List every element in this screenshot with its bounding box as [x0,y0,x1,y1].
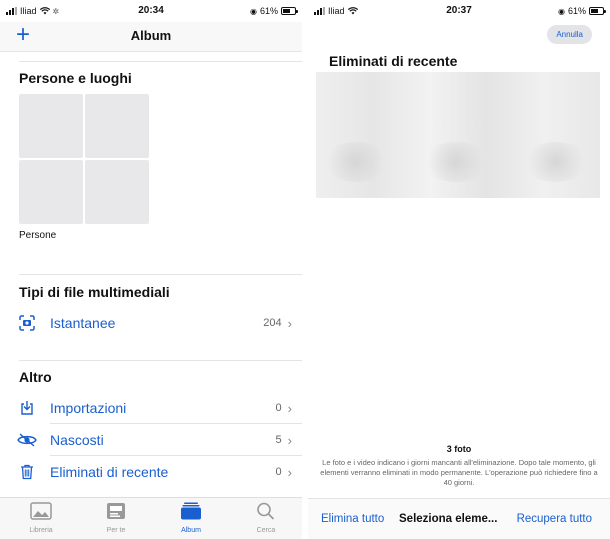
chevron-right-icon: › [287,400,292,416]
face-tile [85,94,149,158]
album-row-imports[interactable]: Importazioni 0 › [16,393,292,423]
album-row-count: 5 [275,434,282,446]
blurred-photo[interactable] [321,142,391,182]
album-row-recently-deleted[interactable]: Eliminati di recente 0 › [16,457,292,487]
location-icon: ◉ [250,6,257,16]
battery-percent: 61% [259,6,278,16]
divider [19,360,302,361]
chevron-right-icon: › [287,315,292,331]
import-icon [16,397,38,419]
status-bar: Iliad ✲ 20:34 ◉ 61% [0,0,302,22]
recover-all-button[interactable]: Recupera tutto [517,513,592,525]
page-title: Eliminati di recente [329,53,458,69]
page-title: Album [130,28,172,43]
people-album-label: Persone [19,230,57,241]
deletion-info-text: Le foto e i video indicano i giorni manc… [320,458,598,487]
tab-bar: Libreria Per te Album Cerca [0,497,302,539]
panel-separator [302,0,308,539]
select-elements-label: Seleziona eleme... [399,513,498,525]
cancel-button[interactable]: Annulla [547,25,592,44]
tab-albums[interactable]: Album [161,502,221,534]
action-bar: Elimina tutto Seleziona eleme... Recuper… [308,498,610,539]
album-row-label: Nascosti [50,432,104,448]
album-row-count: 0 [275,466,282,478]
battery-icon [281,7,298,15]
album-row-label: Istantanee [50,315,116,331]
blurred-photo[interactable] [421,142,491,182]
battery-status: ◉ 61% [558,6,606,16]
battery-percent: 61% [567,6,586,16]
face-tile [85,160,149,224]
tab-library[interactable]: Libreria [11,502,71,534]
status-bar: Iliad 20:37 ◉ 61% [308,0,610,22]
search-icon [257,502,275,520]
album-icon [181,502,201,520]
section-title-other: Altro [19,369,52,385]
section-title-people-places: Persone e luoghi [19,70,132,86]
album-row-hidden[interactable]: Nascosti 5 › [16,425,292,455]
album-row-count: 0 [275,402,282,414]
face-tile [19,94,83,158]
trash-icon [16,461,38,483]
photo-count: 3 foto [446,444,472,454]
tab-search[interactable]: Cerca [236,502,296,534]
section-title-media-types: Tipi di file multimediali [19,284,170,300]
tab-label: Album [181,527,201,534]
location-icon: ◉ [558,6,565,16]
deleted-photos-grid[interactable] [316,72,600,198]
chevron-right-icon: › [287,432,292,448]
album-row-label: Importazioni [50,400,127,416]
album-row-screenshots[interactable]: Istantanee 204 › [16,308,292,338]
tab-for-you[interactable]: Per te [86,502,146,534]
people-album-thumbnail[interactable] [19,94,151,226]
divider [19,61,302,62]
chevron-right-icon: › [287,464,292,480]
divider [19,274,302,275]
eye-slash-icon [16,429,38,451]
delete-all-button[interactable]: Elimina tutto [321,513,384,525]
tab-label: Cerca [256,527,276,534]
for-you-icon [107,503,125,519]
divider [50,455,302,456]
face-tile [19,160,83,224]
divider [50,423,302,424]
battery-icon [589,7,606,15]
albums-screen: Iliad ✲ 20:34 ◉ 61% + Album Persone e lu… [0,0,302,539]
tab-label: Per te [106,527,126,534]
screenshot-icon [16,312,38,334]
album-row-count: 204 [263,317,282,329]
recently-deleted-screen: Iliad 20:37 ◉ 61% Annulla Eliminati di r… [308,0,610,539]
nav-bar: + Album [0,22,302,52]
blurred-photo[interactable] [521,142,591,182]
album-row-label: Eliminati di recente [50,464,169,480]
tab-label: Libreria [29,527,53,534]
battery-status: ◉ 61% [250,6,298,16]
photo-library-icon [30,502,52,520]
